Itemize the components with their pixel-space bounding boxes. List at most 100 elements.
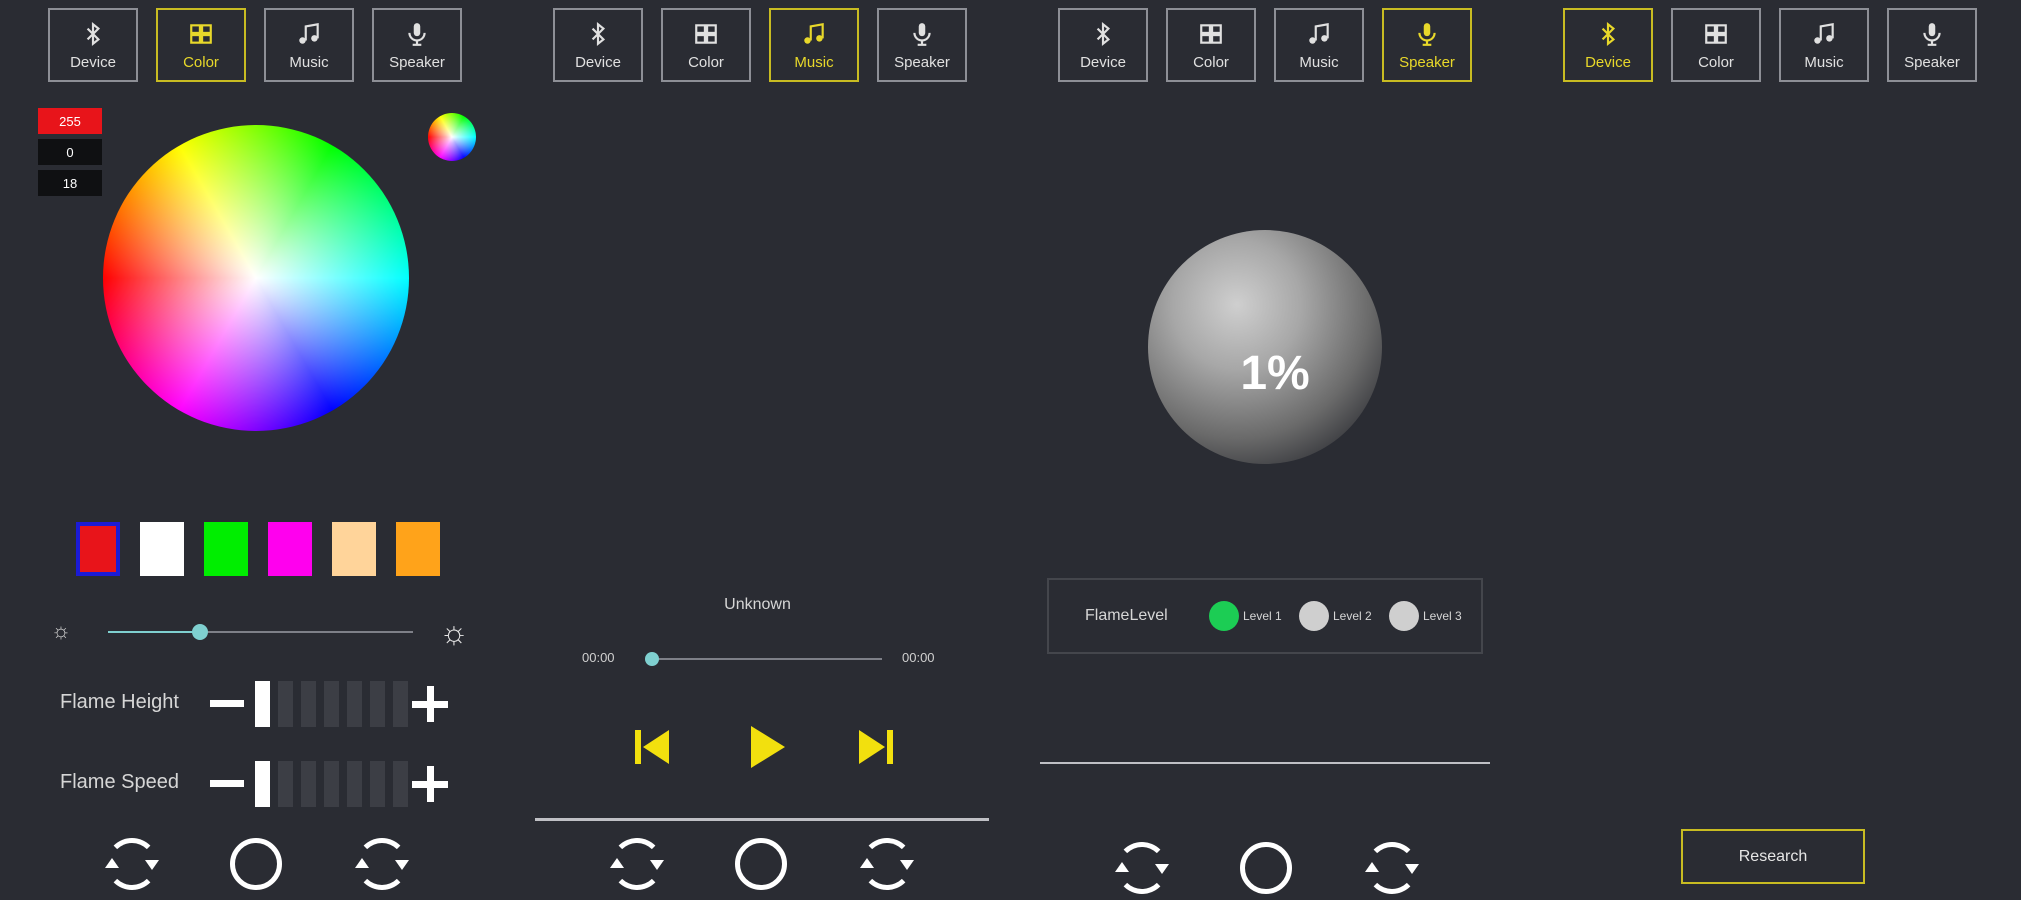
step-segment[interactable] — [301, 681, 316, 727]
player-controls — [505, 722, 1010, 782]
tab-label: Music — [794, 53, 834, 71]
tab-color[interactable]: Color — [1166, 8, 1256, 82]
cycle-in-icon[interactable] — [610, 838, 664, 890]
bluetooth-icon — [591, 21, 606, 46]
research-button[interactable]: Research — [1681, 829, 1865, 884]
tab-color[interactable]: Color — [661, 8, 751, 82]
skip-previous-icon[interactable] — [627, 722, 677, 772]
tab-color[interactable]: Color — [1671, 8, 1761, 82]
color-swatch[interactable] — [332, 522, 376, 576]
bluetooth-icon — [1096, 21, 1111, 46]
volume-sphere[interactable]: 1% — [1148, 230, 1382, 464]
playback-progress: 00:00 00:00 — [582, 650, 962, 666]
tab-music[interactable]: Music — [1779, 8, 1869, 82]
step-segment[interactable] — [370, 761, 385, 807]
level-radio[interactable] — [1299, 601, 1329, 631]
level-label: Level 3 — [1423, 609, 1462, 623]
tab-label: Speaker — [1399, 53, 1455, 71]
tab-label: Device — [575, 53, 621, 71]
step-segment[interactable] — [347, 761, 362, 807]
tab-speaker[interactable]: Speaker — [372, 8, 462, 82]
bottom-control-bar — [505, 838, 1010, 894]
color-swatch[interactable] — [396, 522, 440, 576]
step-segment[interactable] — [301, 761, 316, 807]
speaker-panel: Device Color Music Speaker 1% FlameLevel… — [1010, 0, 1515, 900]
tab-label: Color — [1193, 53, 1229, 71]
play-icon[interactable] — [741, 722, 791, 772]
step-segment[interactable] — [255, 681, 270, 727]
bottom-control-bar — [0, 838, 505, 894]
tab-music[interactable]: Music — [769, 8, 859, 82]
tab-device[interactable]: Device — [553, 8, 643, 82]
cycle-in-icon[interactable] — [105, 838, 159, 890]
power-ring-icon[interactable] — [735, 838, 787, 890]
color-wheel[interactable] — [103, 125, 409, 431]
music-note-icon — [804, 22, 824, 44]
tab-device[interactable]: Device — [48, 8, 138, 82]
tab-device[interactable]: Device — [1058, 8, 1148, 82]
microphone-icon — [408, 22, 426, 46]
flame-height-track[interactable] — [255, 681, 408, 727]
bluetooth-icon — [86, 21, 101, 46]
tab-speaker[interactable]: Speaker — [1887, 8, 1977, 82]
power-ring-icon[interactable] — [230, 838, 282, 890]
color-swatch[interactable] — [76, 522, 120, 576]
music-note-icon — [1309, 22, 1329, 44]
power-ring-icon[interactable] — [1240, 842, 1292, 894]
step-segment[interactable] — [393, 761, 408, 807]
level-radio[interactable] — [1209, 601, 1239, 631]
level-option-1[interactable]: Level 1 — [1209, 600, 1282, 632]
rgb-green-value[interactable]: 0 — [38, 139, 102, 165]
tab-color[interactable]: Color — [156, 8, 246, 82]
tab-speaker[interactable]: Speaker — [1382, 8, 1472, 82]
step-segment[interactable] — [370, 681, 385, 727]
flame-height-minus-button[interactable] — [210, 700, 244, 707]
rgb-red-value[interactable]: 255 — [38, 108, 102, 134]
step-segment[interactable] — [324, 681, 339, 727]
step-segment[interactable] — [255, 761, 270, 807]
step-segment[interactable] — [278, 681, 293, 727]
level-radio[interactable] — [1389, 601, 1419, 631]
microphone-icon — [1418, 22, 1436, 46]
color-grid-icon — [1705, 23, 1727, 44]
tab-speaker[interactable]: Speaker — [877, 8, 967, 82]
color-swatch[interactable] — [204, 522, 248, 576]
tab-label: Device — [1080, 53, 1126, 71]
tab-music[interactable]: Music — [264, 8, 354, 82]
step-segment[interactable] — [347, 681, 362, 727]
flame-level-label: FlameLevel — [1085, 607, 1168, 624]
tab-device[interactable]: Device — [1563, 8, 1653, 82]
step-segment[interactable] — [324, 761, 339, 807]
flame-speed-plus-button[interactable] — [412, 766, 448, 802]
flame-speed-label: Flame Speed — [60, 771, 179, 793]
color-swatch[interactable] — [268, 522, 312, 576]
flame-speed-track[interactable] — [255, 761, 408, 807]
tab-label: Speaker — [389, 53, 445, 71]
cycle-out-icon[interactable] — [860, 838, 914, 890]
cycle-out-icon[interactable] — [355, 838, 409, 890]
level-option-3[interactable]: Level 3 — [1389, 600, 1462, 632]
progress-slider[interactable] — [645, 652, 882, 666]
device-panel: Device Color Music Speaker Research — [1515, 0, 2020, 900]
flame-height-plus-button[interactable] — [412, 686, 448, 722]
bottom-control-bar — [1010, 842, 1515, 898]
brightness-low-icon: ☼ — [50, 618, 72, 643]
time-current: 00:00 — [582, 650, 615, 665]
tab-bar: Device Color Music Speaker — [553, 8, 973, 86]
tab-label: Speaker — [1904, 53, 1960, 71]
color-wheel-toggle-icon[interactable] — [428, 113, 476, 161]
step-segment[interactable] — [393, 681, 408, 727]
step-segment[interactable] — [278, 761, 293, 807]
cycle-in-icon[interactable] — [1115, 842, 1169, 894]
rgb-blue-value[interactable]: 18 — [38, 170, 102, 196]
tab-music[interactable]: Music — [1274, 8, 1364, 82]
brightness-slider[interactable] — [108, 624, 413, 640]
cycle-out-icon[interactable] — [1365, 842, 1419, 894]
progress-thumb[interactable] — [645, 652, 659, 666]
skip-next-icon[interactable] — [851, 722, 901, 772]
color-grid-icon — [695, 23, 717, 44]
brightness-thumb[interactable] — [191, 624, 208, 640]
flame-speed-minus-button[interactable] — [210, 780, 244, 787]
color-swatch[interactable] — [140, 522, 184, 576]
level-option-2[interactable]: Level 2 — [1299, 600, 1372, 632]
